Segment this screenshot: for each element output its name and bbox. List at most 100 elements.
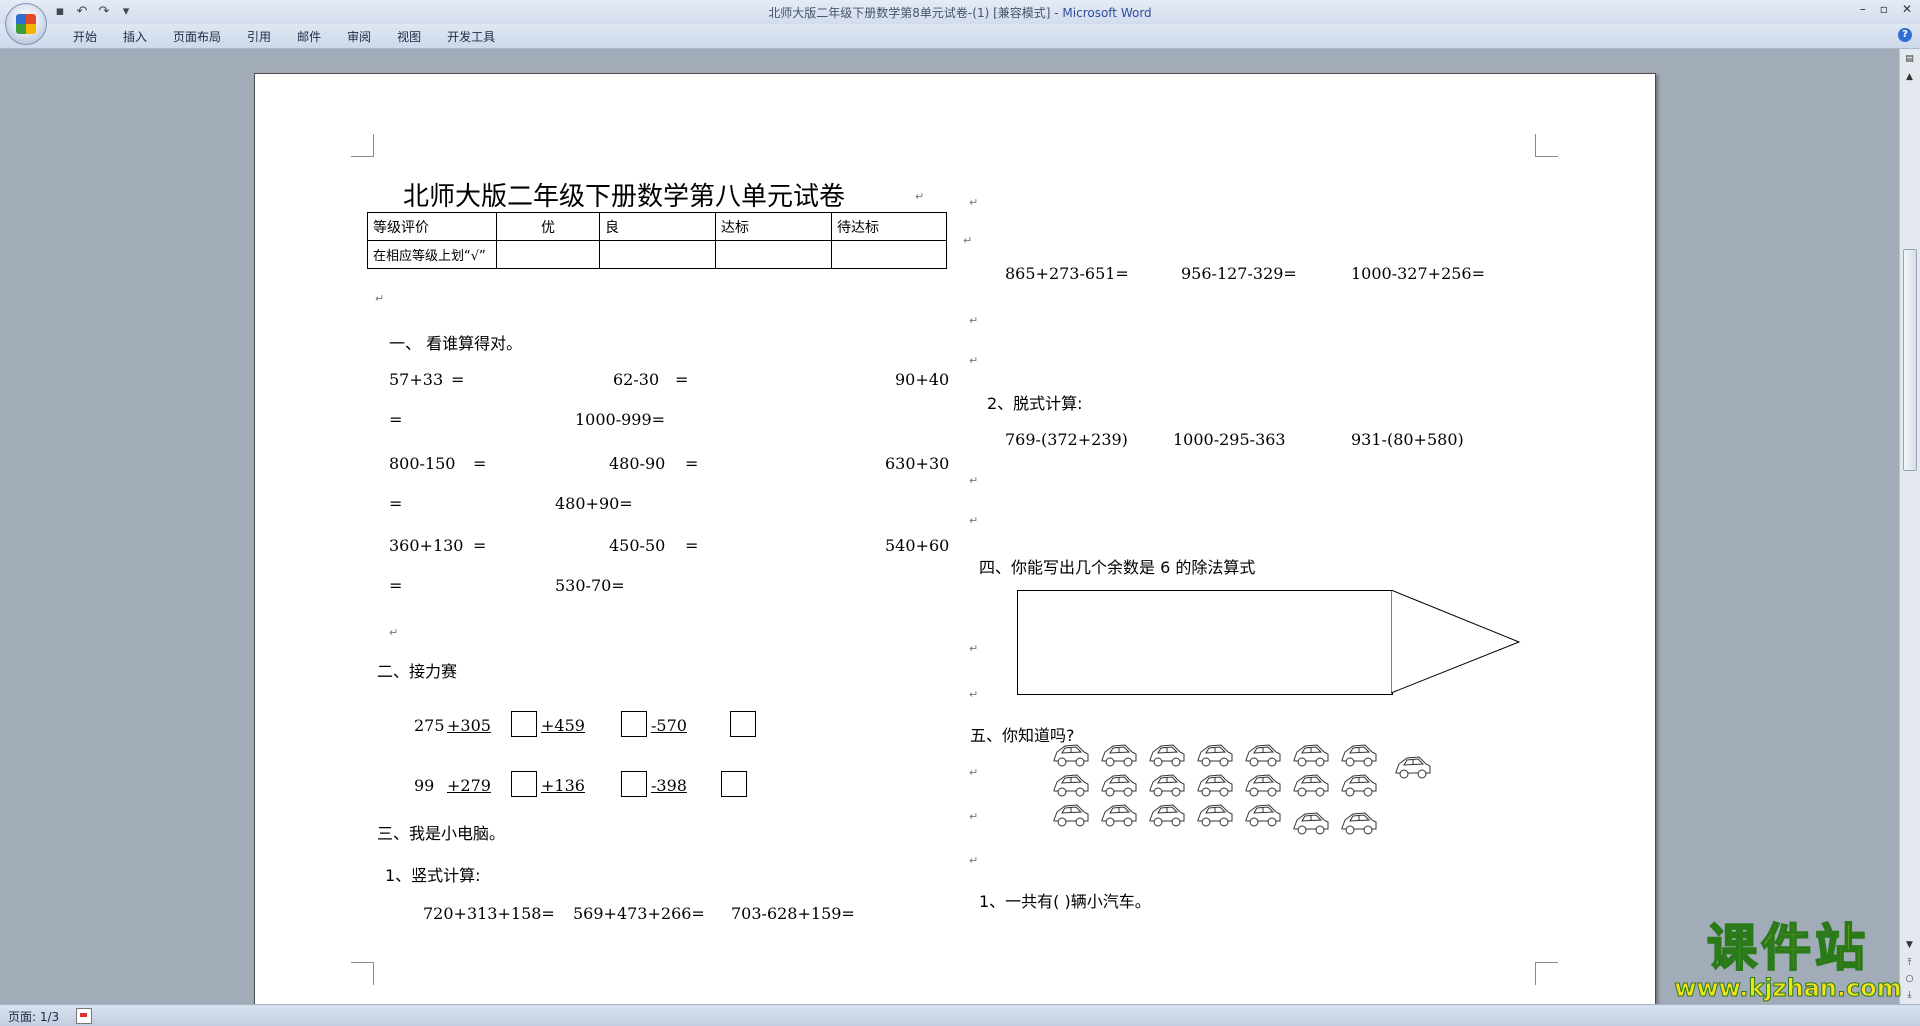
- answer-box[interactable]: [721, 771, 747, 797]
- minimize-icon[interactable]: –: [1860, 2, 1866, 16]
- car-icon: [1291, 770, 1331, 804]
- expr: 720+313+158=: [423, 904, 555, 923]
- equals: =: [389, 494, 403, 513]
- car-icon: [1195, 800, 1235, 834]
- expr: 360+130: [389, 536, 464, 555]
- car-icon: [1243, 770, 1283, 804]
- paragraph-mark: ↵: [969, 810, 979, 823]
- expr: 703-628+159=: [731, 904, 855, 923]
- expr: 769-(372+239): [1005, 430, 1128, 449]
- proofing-icon[interactable]: [76, 1008, 92, 1024]
- paragraph-mark: ↵: [969, 514, 979, 527]
- table-cell: 良: [599, 212, 716, 241]
- answer-box[interactable]: [621, 711, 647, 737]
- close-icon[interactable]: ✕: [1902, 2, 1912, 16]
- paragraph-mark: ↵: [389, 626, 399, 639]
- sec1-heading: 一、 看谁算得对。: [389, 334, 523, 353]
- table-cell: 在相应等级上划“√”: [367, 240, 497, 269]
- table-cell: 等级评价: [367, 212, 497, 241]
- car-icon: [1339, 770, 1379, 804]
- equals: =: [389, 410, 403, 429]
- answer-box[interactable]: [621, 771, 647, 797]
- status-page-count[interactable]: 页面: 1/3: [8, 1008, 59, 1025]
- expr: 800-150: [389, 454, 456, 473]
- paragraph-mark: ↵: [969, 688, 979, 701]
- window-title: 北师大版二年级下册数学第8单元试卷-(1) [兼容模式] - Microsoft…: [0, 4, 1920, 21]
- pencil-shape-body: [1017, 590, 1393, 695]
- tab-page-layout[interactable]: 页面布局: [160, 29, 234, 45]
- watermark-url: www.kjzhan.com: [1674, 974, 1902, 1002]
- car-icon: [1243, 740, 1283, 774]
- chain-step: +136: [541, 776, 585, 795]
- expr: 480+90=: [555, 494, 633, 513]
- chain-step: +279: [447, 776, 491, 795]
- window-controls: – ▫ ✕: [1860, 2, 1912, 16]
- answer-box[interactable]: [730, 711, 756, 737]
- equals: =: [675, 370, 689, 389]
- car-icon: [1099, 740, 1139, 774]
- document-page[interactable]: 北师大版二年级下册数学第八单元试卷 ↵ 等级评价 优 良 达标 待达标 在相应等…: [254, 73, 1656, 1004]
- paragraph-mark: ↵: [915, 190, 925, 203]
- chain-start: 99: [414, 776, 435, 795]
- tab-developer[interactable]: 开发工具: [434, 29, 508, 45]
- equals: =: [473, 454, 487, 473]
- window-title-app: Microsoft Word: [1062, 6, 1152, 20]
- margin-corner-bottom-right: [1535, 962, 1558, 985]
- car-icon: [1291, 740, 1331, 774]
- car-icon: [1051, 770, 1091, 804]
- paragraph-mark: ↵: [375, 292, 385, 305]
- tab-home[interactable]: 开始: [60, 29, 110, 45]
- chain-step: +305: [447, 716, 491, 735]
- answer-box[interactable]: [511, 711, 537, 737]
- car-icon: [1393, 752, 1433, 786]
- grade-table: 等级评价 优 良 达标 待达标 在相应等级上划“√”: [367, 212, 947, 269]
- paragraph-mark: ↵: [969, 196, 979, 209]
- status-bar: 页面: 1/3: [0, 1004, 1920, 1026]
- equals: =: [389, 576, 403, 595]
- chain-start: 275: [414, 716, 445, 735]
- office-button[interactable]: [5, 3, 47, 45]
- car-icon: [1147, 770, 1187, 804]
- ribbon: 开始 插入 页面布局 引用 邮件 审阅 视图 开发工具 ?: [0, 24, 1920, 49]
- paragraph-mark: ↵: [969, 474, 979, 487]
- tab-mailings[interactable]: 邮件: [284, 29, 334, 45]
- car-icon: [1243, 800, 1283, 834]
- tab-review[interactable]: 审阅: [334, 29, 384, 45]
- answer-box[interactable]: [511, 771, 537, 797]
- car-icon: [1147, 740, 1187, 774]
- chain-step: +459: [541, 716, 585, 735]
- watermark-logo: 课件站 www.kjzhan.com: [1668, 919, 1908, 1002]
- table-row: 在相应等级上划“√”: [367, 240, 947, 269]
- scroll-up-icon[interactable]: ▲: [1903, 71, 1916, 84]
- expr: 865+273-651=: [1005, 264, 1129, 283]
- ribbon-tabs: 开始 插入 页面布局 引用 邮件 审阅 视图 开发工具: [60, 29, 508, 45]
- table-cell: 优: [496, 212, 600, 241]
- margin-corner-top-right: [1535, 134, 1558, 157]
- table-cell: 待达标: [831, 212, 947, 241]
- tab-insert[interactable]: 插入: [110, 29, 160, 45]
- title-bar: ▪ ↶ ↷ ▾ 北师大版二年级下册数学第8单元试卷-(1) [兼容模式] - M…: [0, 0, 1920, 45]
- chain-step: -398: [651, 776, 687, 795]
- office-logo-icon: [16, 14, 36, 34]
- pencil-shape-tip: [1391, 590, 1521, 694]
- doc-title: 北师大版二年级下册数学第八单元试卷: [403, 182, 846, 212]
- sec3-sub1: 1、竖式计算:: [385, 866, 481, 885]
- car-icon: [1051, 800, 1091, 834]
- tab-references[interactable]: 引用: [234, 29, 284, 45]
- car-icon: [1339, 740, 1379, 774]
- table-cell: [715, 240, 832, 269]
- help-icon[interactable]: ?: [1898, 28, 1912, 42]
- sec5-q1: 1、一共有( )辆小汽车。: [979, 892, 1151, 911]
- car-icon: [1099, 770, 1139, 804]
- ruler-toggle-icon[interactable]: ▤: [1903, 53, 1916, 66]
- equals: =: [685, 454, 699, 473]
- restore-icon[interactable]: ▫: [1880, 2, 1888, 16]
- vertical-scrollbar[interactable]: ▤ ▲ ▼ ⤒ ○ ⤓: [1899, 49, 1920, 1004]
- car-icon: [1147, 800, 1187, 834]
- equals: =: [451, 370, 465, 389]
- tab-view[interactable]: 视图: [384, 29, 434, 45]
- expr: 57+33: [389, 370, 444, 389]
- scroll-thumb[interactable]: [1903, 249, 1917, 471]
- expr: 1000-295-363: [1173, 430, 1286, 449]
- table-cell: [831, 240, 947, 269]
